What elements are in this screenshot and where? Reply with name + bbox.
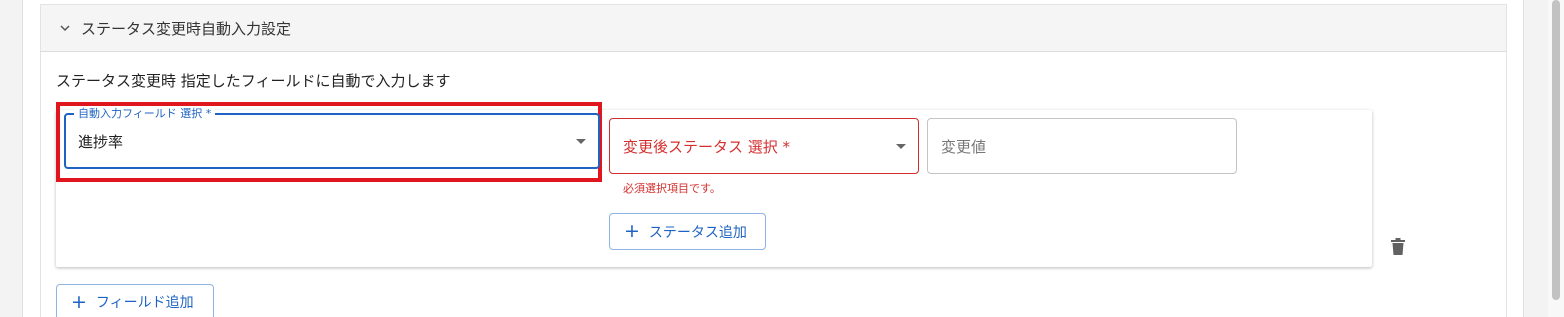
section-description: ステータス変更時 指定したフィールドに自動で入力します <box>56 72 451 90</box>
status-select-label: 変更後ステータス 選択 * <box>623 137 791 156</box>
auto-input-field-value: 進捗率 <box>78 132 124 151</box>
status-select[interactable]: 変更後ステータス 選択 * <box>609 118 919 174</box>
add-field-button[interactable]: + フィールド追加 <box>56 284 214 317</box>
auto-input-field-select[interactable]: 自動入力フィールド 選択 * 進捗率 <box>64 107 600 169</box>
change-value-input[interactable]: 変更値 <box>927 118 1237 174</box>
add-field-label: フィールド追加 <box>95 295 194 311</box>
chevron-down-icon[interactable] <box>57 20 73 36</box>
page: ステータス変更時自動入力設定 ステータス変更時 指定したフィールドに自動で入力し… <box>0 0 1564 317</box>
caret-down-icon[interactable] <box>896 144 906 149</box>
status-select-error: 必須選択項目です。 <box>623 182 721 195</box>
trash-icon[interactable] <box>1391 238 1407 256</box>
section-title: ステータス変更時自動入力設定 <box>81 19 292 38</box>
section-body: ステータス変更時 指定したフィールドに自動で入力します 自動入力フィールド 選択… <box>40 52 1507 317</box>
vertical-scrollbar[interactable] <box>1548 0 1564 317</box>
scrollbar-thumb[interactable] <box>1552 0 1560 300</box>
section-header[interactable]: ステータス変更時自動入力設定 <box>40 4 1507 52</box>
auto-input-card: 自動入力フィールド 選択 * 進捗率 変更後ステータス 選択 * 必須選択項目で… <box>56 102 1372 267</box>
auto-input-field-label: 自動入力フィールド 選択 * <box>74 107 216 121</box>
plus-icon: + <box>71 290 87 313</box>
plus-icon: + <box>624 220 640 242</box>
change-value-placeholder: 変更値 <box>941 137 987 156</box>
caret-down-icon[interactable] <box>576 139 586 144</box>
add-status-button[interactable]: + ステータス追加 <box>609 213 766 250</box>
settings-panel: ステータス変更時自動入力設定 ステータス変更時 指定したフィールドに自動で入力し… <box>22 0 1524 317</box>
add-status-label: ステータス追加 <box>648 224 747 241</box>
